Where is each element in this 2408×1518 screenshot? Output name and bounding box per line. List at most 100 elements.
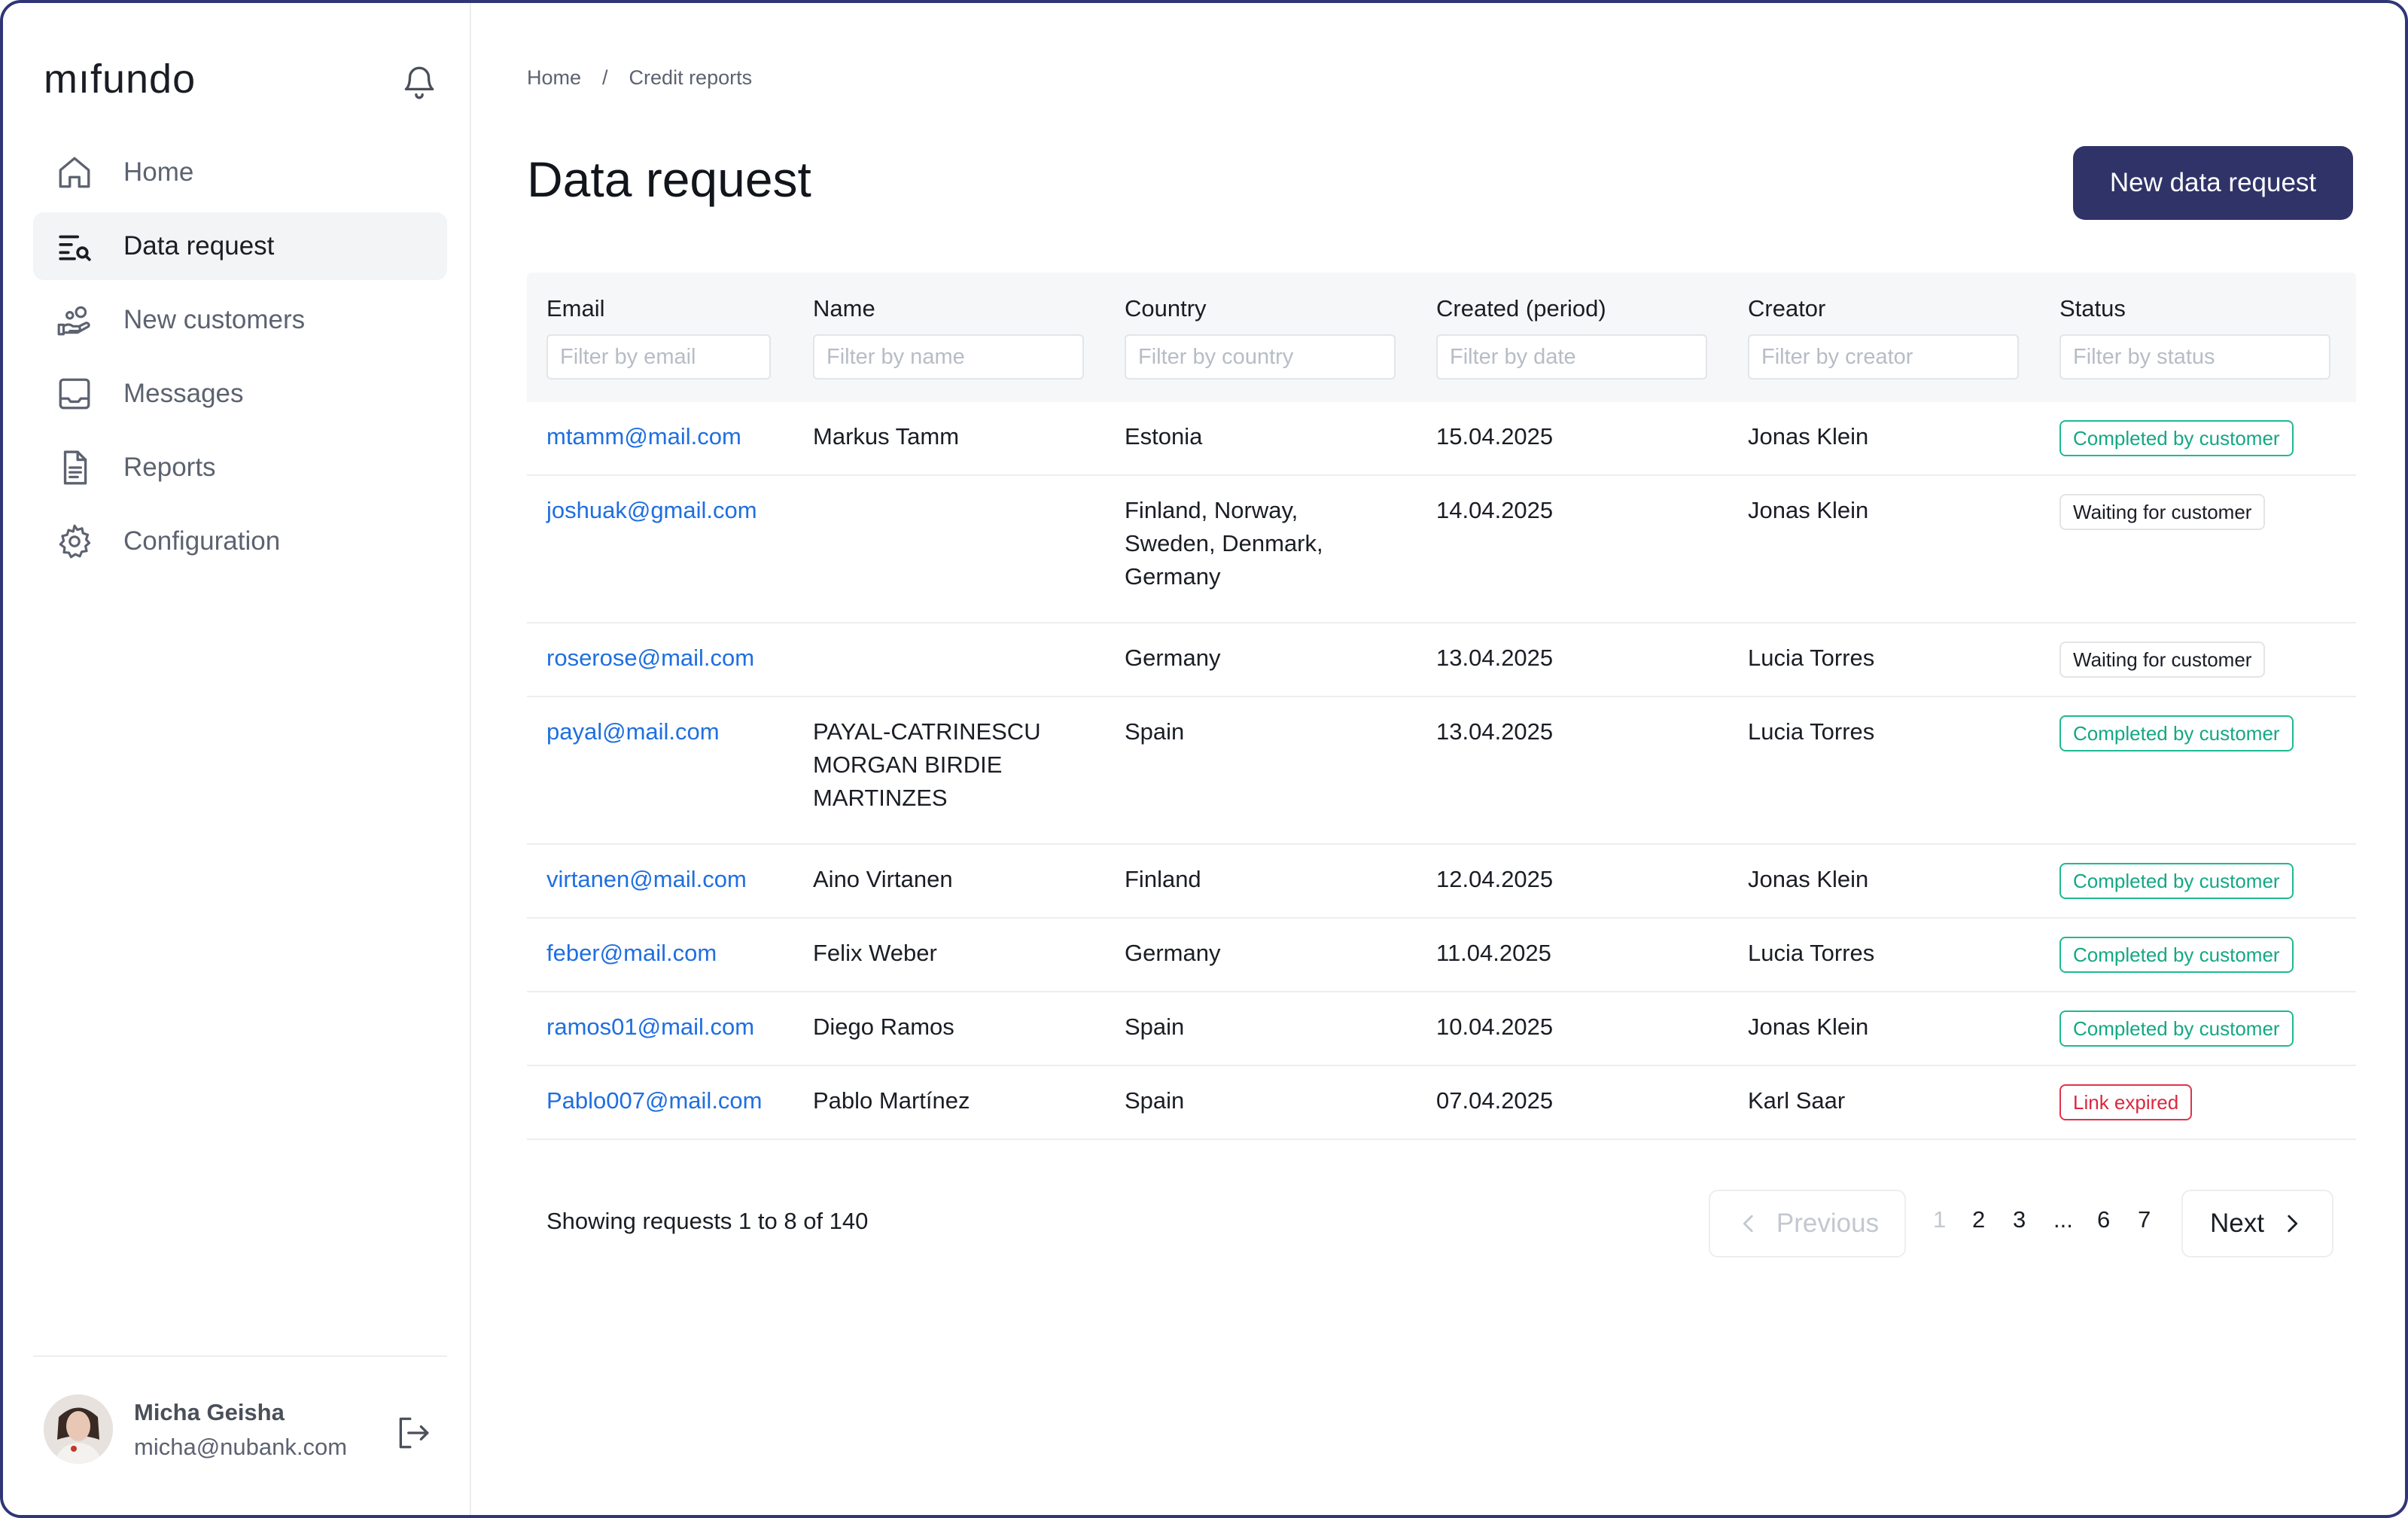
column-header-status[interactable]: Status bbox=[2059, 295, 2126, 322]
list-search-icon bbox=[59, 235, 91, 261]
cell-country: Spain bbox=[1125, 1087, 1185, 1114]
page-ellipsis: ... bbox=[2053, 1206, 2073, 1233]
cell-email[interactable]: mtamm@mail.com bbox=[546, 420, 741, 453]
sidebar-item-label: Data request bbox=[123, 231, 275, 261]
page-7-link[interactable]: 7 bbox=[2138, 1206, 2151, 1233]
sidebar-item-label: Home bbox=[123, 157, 194, 187]
avatar[interactable] bbox=[44, 1395, 113, 1464]
cell-name: PAYAL-CATRINESCU MORGAN BIRDIE MARTINZES bbox=[813, 718, 1041, 811]
user-name: Micha Geisha bbox=[134, 1399, 285, 1425]
cell-country: Germany bbox=[1125, 645, 1221, 671]
cell-email[interactable]: feber@mail.com bbox=[546, 937, 717, 970]
table-row[interactable]: feber@mail.com Felix Weber Germany 11.04.20… bbox=[527, 919, 2356, 992]
cell-created: 15.04.2025 bbox=[1436, 423, 1554, 450]
cell-creator: Karl Saar bbox=[1748, 1087, 1846, 1114]
cell-country: Finland bbox=[1125, 866, 1201, 892]
cell-name: Diego Ramos bbox=[813, 1014, 954, 1040]
cell-creator: Jonas Klein bbox=[1748, 423, 1869, 450]
cell-name: Felix Weber bbox=[813, 940, 937, 966]
next-page-button[interactable]: Next bbox=[2181, 1190, 2333, 1257]
filter-country-input[interactable] bbox=[1125, 334, 1396, 380]
table-row[interactable]: Pablo007@mail.com Pablo Martínez Spain 07.0… bbox=[527, 1066, 2356, 1140]
page-2-link[interactable]: 2 bbox=[1972, 1206, 1985, 1233]
table-header: Email Name Country Created (period) Crea… bbox=[527, 273, 2356, 402]
cell-name: Aino Virtanen bbox=[813, 866, 953, 892]
column-header-creator[interactable]: Creator bbox=[1748, 295, 1825, 322]
status-badge: Completed by customer bbox=[2059, 1010, 2294, 1047]
status-badge: Completed by customer bbox=[2059, 715, 2294, 751]
sidebar-item-messages[interactable]: Messages bbox=[33, 360, 447, 428]
cell-creator: Jonas Klein bbox=[1748, 866, 1869, 892]
page-3-link[interactable]: 3 bbox=[2013, 1206, 2026, 1233]
inbox-icon bbox=[59, 378, 90, 410]
home-icon bbox=[59, 157, 90, 188]
cell-creator: Lucia Torres bbox=[1748, 718, 1875, 745]
page-1-link[interactable]: 1 bbox=[1933, 1206, 1946, 1233]
sidebar-item-label: Configuration bbox=[123, 526, 281, 556]
notification-bell-icon[interactable] bbox=[400, 63, 438, 101]
column-header-country[interactable]: Country bbox=[1125, 295, 1207, 322]
cell-created: 10.04.2025 bbox=[1436, 1014, 1554, 1040]
filter-name-input[interactable] bbox=[813, 334, 1084, 380]
app-window: mıfundo Home Data request New customers … bbox=[0, 0, 2408, 1518]
cell-creator: Lucia Torres bbox=[1748, 940, 1875, 966]
table-row[interactable]: joshuak@gmail.com Finland, Norway, Sweden… bbox=[527, 476, 2356, 623]
column-header-email[interactable]: Email bbox=[546, 295, 605, 322]
page-6-link[interactable]: 6 bbox=[2097, 1206, 2110, 1233]
logout-icon[interactable] bbox=[394, 1414, 432, 1452]
new-data-request-button[interactable]: New data request bbox=[2073, 146, 2353, 220]
filter-email-input[interactable] bbox=[546, 334, 771, 380]
user-profile: Micha Geisha micha@nubank.com bbox=[44, 1395, 450, 1470]
table-body: mtamm@mail.com Markus Tamm Estonia 15.04.20… bbox=[527, 402, 2356, 1140]
previous-page-button[interactable]: Previous bbox=[1709, 1190, 1906, 1257]
gear-icon bbox=[59, 524, 91, 559]
document-icon bbox=[63, 450, 87, 485]
cell-created: 07.04.2025 bbox=[1436, 1087, 1554, 1114]
status-badge: Link expired bbox=[2059, 1084, 2193, 1120]
table-row[interactable]: virtanen@mail.com Aino Virtanen Finland 12.… bbox=[527, 845, 2356, 919]
table-row[interactable]: ramos01@mail.com Diego Ramos Spain 10.04.20… bbox=[527, 992, 2356, 1066]
sidebar-item-label: Reports bbox=[123, 453, 216, 482]
sidebar-item-home[interactable]: Home bbox=[33, 139, 447, 206]
filter-status-input[interactable] bbox=[2059, 334, 2330, 380]
sidebar-item-data-request[interactable]: Data request bbox=[33, 212, 447, 280]
table-row[interactable]: mtamm@mail.com Markus Tamm Estonia 15.04.20… bbox=[527, 402, 2356, 476]
cell-country: Finland, Norway, Sweden, Denmark, German… bbox=[1125, 497, 1323, 590]
cell-email[interactable]: Pablo007@mail.com bbox=[546, 1084, 763, 1117]
cell-email[interactable]: payal@mail.com bbox=[546, 715, 720, 748]
sidebar-item-label: Messages bbox=[123, 379, 244, 408]
filter-date-input[interactable] bbox=[1436, 334, 1707, 380]
breadcrumb-separator: / bbox=[602, 66, 608, 89]
sidebar: mıfundo Home Data request New customers … bbox=[3, 3, 471, 1515]
data-request-table: Email Name Country Created (period) Crea… bbox=[527, 273, 2356, 1140]
cell-country: Germany bbox=[1125, 940, 1221, 966]
breadcrumb-current[interactable]: Credit reports bbox=[629, 66, 753, 90]
cell-created: 12.04.2025 bbox=[1436, 866, 1554, 892]
filter-creator-input[interactable] bbox=[1748, 334, 2019, 380]
column-header-name[interactable]: Name bbox=[813, 295, 875, 322]
cell-email[interactable]: joshuak@gmail.com bbox=[546, 494, 757, 527]
breadcrumb-home[interactable]: Home bbox=[527, 66, 581, 90]
status-badge: Waiting for customer bbox=[2059, 642, 2266, 678]
sidebar-nav: Home Data request New customers Messages… bbox=[33, 139, 447, 581]
table-row[interactable]: payal@mail.com PAYAL-CATRINESCU MORGAN BI… bbox=[527, 697, 2356, 845]
status-badge: Waiting for customer bbox=[2059, 494, 2266, 530]
table-row[interactable]: roserose@mail.com Germany 13.04.2025 Lucia … bbox=[527, 623, 2356, 697]
cell-created: 11.04.2025 bbox=[1436, 940, 1551, 966]
cell-country: Spain bbox=[1125, 1014, 1185, 1040]
sidebar-item-configuration[interactable]: Configuration bbox=[33, 508, 447, 575]
cell-creator: Lucia Torres bbox=[1748, 645, 1875, 671]
cell-name: Markus Tamm bbox=[813, 423, 960, 450]
cell-creator: Jonas Klein bbox=[1748, 497, 1869, 523]
column-header-created[interactable]: Created (period) bbox=[1436, 295, 1606, 322]
sidebar-item-label: New customers bbox=[123, 305, 306, 334]
cell-email[interactable]: ramos01@mail.com bbox=[546, 1010, 754, 1044]
cell-email[interactable]: roserose@mail.com bbox=[546, 642, 754, 675]
pagination: Previous 1 2 3 ... 6 7 Next bbox=[471, 1190, 2405, 1257]
hand-coins-icon bbox=[57, 306, 90, 336]
next-label: Next bbox=[2210, 1209, 2264, 1238]
cell-email[interactable]: virtanen@mail.com bbox=[546, 863, 747, 896]
sidebar-item-reports[interactable]: Reports bbox=[33, 434, 447, 501]
sidebar-item-new-customers[interactable]: New customers bbox=[33, 286, 447, 354]
cell-created: 13.04.2025 bbox=[1436, 718, 1554, 745]
